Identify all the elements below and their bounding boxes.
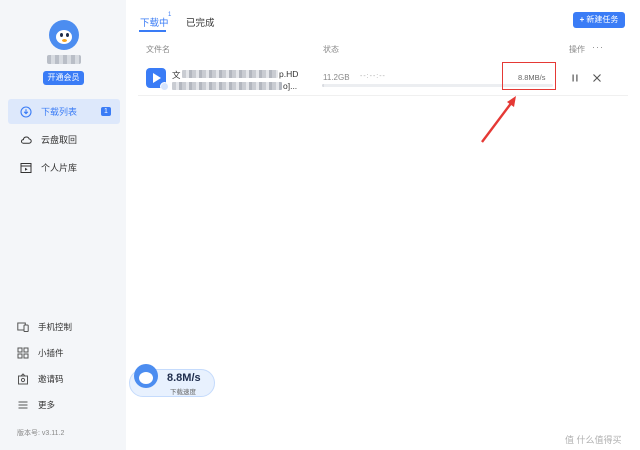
active-tab-indicator — [139, 30, 166, 32]
plus-icon: + — [579, 15, 585, 24]
tab-downloading[interactable]: 下载中 — [140, 15, 169, 29]
menu-icon — [17, 399, 29, 411]
version-label: 版本号: v3.11.2 — [17, 430, 65, 437]
more-options-button[interactable]: ··· — [592, 42, 604, 52]
file-size: 11.2GB — [323, 73, 350, 82]
tab-completed[interactable]: 已完成 — [186, 15, 215, 29]
count-badge: 1 — [101, 107, 111, 116]
cloud-icon — [20, 134, 32, 146]
new-task-button[interactable]: + 新建任务 — [573, 12, 625, 28]
pause-icon — [572, 74, 578, 82]
grid-icon — [17, 347, 29, 359]
progress-bar-fill — [322, 84, 325, 87]
video-file-icon — [146, 68, 169, 91]
file-name-suffix: p.HD — [279, 69, 299, 79]
vip-button[interactable]: 开通会员 — [43, 71, 84, 85]
sidebar-item-personal-library[interactable]: 个人片库 — [8, 155, 120, 180]
column-header-status: 状态 — [323, 45, 339, 54]
column-header-filename: 文件名 — [146, 45, 170, 54]
sidebar-tool-phone-control[interactable]: 手机控制 — [17, 321, 72, 333]
sidebar-tool-label: 手机控制 — [38, 322, 73, 332]
download-speed-value: 8.8M/s — [167, 372, 201, 384]
phone-icon — [17, 321, 29, 333]
sidebar: 开通会员 下载列表 1 云盘取回 个人片库 手机控制 小插件 邀请码 更多 版本… — [0, 0, 126, 450]
pause-button[interactable] — [569, 72, 581, 84]
sidebar-tool-label: 更多 — [38, 400, 56, 410]
new-task-label: 新建任务 — [586, 15, 619, 24]
column-header-actions: 操作 — [569, 45, 585, 54]
annotation-arrow — [481, 96, 516, 143]
sidebar-tool-more[interactable]: 更多 — [17, 399, 55, 411]
file-name-line2-suffix: o]... — [283, 81, 298, 91]
close-icon — [593, 74, 601, 82]
tab-downloading-count: 1 — [168, 12, 172, 18]
watermark: 值 什么值得买 — [565, 435, 622, 445]
sidebar-tool-plugins[interactable]: 小插件 — [17, 347, 64, 359]
film-icon — [20, 162, 32, 174]
file-name-blurred — [182, 70, 278, 78]
sidebar-item-cloud-retrieve[interactable]: 云盘取回 — [8, 127, 120, 152]
sidebar-tool-label: 邀请码 — [38, 374, 64, 384]
mascot-icon — [134, 364, 158, 388]
sidebar-tool-label: 小插件 — [38, 348, 64, 358]
sidebar-item-label: 下载列表 — [41, 107, 78, 117]
download-speed-label: 下载速度 — [170, 389, 196, 396]
time-remaining: --:--:-- — [360, 73, 386, 80]
file-name-blurred — [172, 82, 282, 90]
username-blurred — [47, 55, 81, 64]
avatar[interactable] — [49, 20, 79, 50]
gift-icon — [17, 373, 29, 385]
sidebar-tool-invite-code[interactable]: 邀请码 — [17, 373, 64, 385]
cancel-download-button[interactable] — [591, 72, 603, 84]
download-icon — [20, 105, 32, 118]
sidebar-item-label: 个人片库 — [41, 163, 78, 173]
file-name-prefix: 文 — [172, 70, 181, 80]
sidebar-item-label: 云盘取回 — [41, 135, 78, 145]
sidebar-item-download-list[interactable]: 下载列表 1 — [8, 99, 120, 124]
highlight-box — [502, 62, 556, 90]
